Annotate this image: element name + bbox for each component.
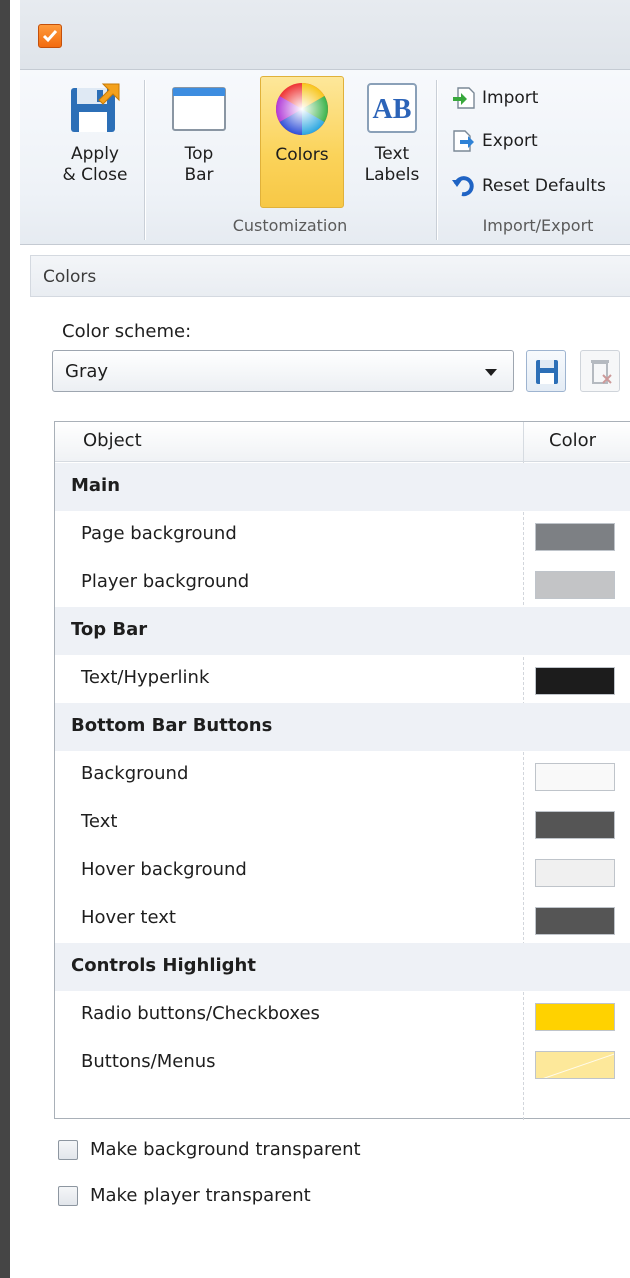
player-transparent-checkbox[interactable]: [58, 1185, 78, 1206]
table-row[interactable]: Text/Hyperlink: [55, 655, 630, 703]
table-row[interactable]: Background: [55, 751, 630, 799]
window-icon: [171, 80, 227, 136]
table-row[interactable]: Page background: [55, 511, 630, 559]
top-bar-button[interactable]: Top Bar: [164, 80, 234, 210]
row-label: Buttons/Menus: [81, 1051, 216, 1072]
ribbon: Apply & Close Top Bar Colors AB Text Lab…: [20, 70, 630, 245]
row-label: Hover background: [81, 859, 247, 880]
checkbox-app-icon[interactable]: [38, 24, 62, 48]
import-button[interactable]: Import: [452, 84, 538, 112]
color-swatch[interactable]: [535, 859, 615, 887]
colors-panel: Colors Color scheme: Gray Object Color M…: [20, 245, 630, 1278]
column-divider-head: [523, 422, 524, 462]
row-label: Text: [81, 811, 118, 832]
apply-close-label: Apply & Close: [62, 144, 128, 185]
colors-label: Colors: [275, 145, 329, 165]
save-icon: [536, 360, 558, 384]
row-label: Radio buttons/Checkboxes: [81, 1003, 320, 1024]
color-swatch[interactable]: [535, 1003, 615, 1031]
text-labels-label: Text Labels: [364, 144, 420, 185]
color-scheme-select[interactable]: Gray: [52, 350, 514, 392]
group-label: Top Bar: [71, 619, 148, 640]
table-group-row: Top Bar: [55, 607, 630, 655]
table-group-row: Bottom Bar Buttons: [55, 703, 630, 751]
color-swatch[interactable]: [535, 667, 615, 695]
table-row[interactable]: Player background: [55, 559, 630, 607]
text-labels-button[interactable]: AB Text Labels: [356, 80, 428, 210]
table-header: Object Color: [55, 422, 630, 462]
table-row[interactable]: Hover background: [55, 847, 630, 895]
row-label: Page background: [81, 523, 237, 544]
save-scheme-button[interactable]: [526, 350, 566, 392]
player-transparent-label: Make player transparent: [90, 1185, 311, 1206]
title-bar: [20, 0, 630, 70]
reset-defaults-button[interactable]: Reset Defaults: [452, 172, 606, 200]
color-scheme-label: Color scheme:: [62, 321, 192, 342]
color-wheel-icon: [274, 81, 330, 137]
svg-text:AB: AB: [373, 94, 412, 125]
group-label: Bottom Bar Buttons: [71, 715, 273, 736]
table-row[interactable]: Buttons/Menus: [55, 1039, 630, 1087]
apply-close-button[interactable]: Apply & Close: [50, 80, 140, 210]
group-label: Main: [71, 475, 121, 496]
table-row[interactable]: Radio buttons/Checkboxes: [55, 991, 630, 1039]
top-bar-label: Top Bar: [184, 144, 214, 185]
import-arrow-icon: [452, 86, 476, 110]
table-row[interactable]: Hover text: [55, 895, 630, 943]
row-label: Background: [81, 763, 189, 784]
row-label: Player background: [81, 571, 250, 592]
color-swatch[interactable]: [535, 811, 615, 839]
color-swatch[interactable]: [535, 571, 615, 599]
group-label-import-export: Import/Export: [482, 216, 594, 235]
group-label-customization: Customization: [232, 216, 348, 235]
column-header-object: Object: [83, 430, 142, 451]
background-transparent-option[interactable]: Make background transparent: [58, 1139, 361, 1160]
row-label: Hover text: [81, 907, 176, 928]
color-swatch[interactable]: [535, 907, 615, 935]
chevron-down-icon: [485, 369, 497, 376]
import-label: Import: [482, 88, 539, 108]
row-label: Text/Hyperlink: [81, 667, 210, 688]
export-arrow-icon: [452, 129, 476, 153]
text-ab-icon: AB: [364, 80, 420, 136]
colors-table: Object Color Main Page background Player…: [54, 421, 630, 1120]
panel-title: Colors: [30, 255, 630, 297]
export-button[interactable]: Export: [452, 127, 538, 155]
reset-undo-icon: [452, 174, 476, 198]
export-label: Export: [482, 131, 538, 151]
color-scheme-value: Gray: [65, 361, 109, 382]
reset-defaults-label: Reset Defaults: [482, 176, 606, 196]
color-swatch[interactable]: [535, 523, 615, 551]
background-transparent-label: Make background transparent: [90, 1139, 361, 1160]
table-group-row: Main: [55, 463, 630, 511]
delete-scheme-button[interactable]: [580, 350, 620, 392]
background-transparent-checkbox[interactable]: [58, 1139, 78, 1160]
save-floppy-icon: [67, 80, 123, 136]
color-swatch[interactable]: [535, 763, 615, 791]
delete-icon: [591, 360, 612, 384]
table-group-row: Controls Highlight: [55, 943, 630, 991]
colors-button[interactable]: Colors: [260, 76, 344, 208]
table-row[interactable]: Text: [55, 799, 630, 847]
group-label: Controls Highlight: [71, 955, 256, 976]
app-window: Apply & Close Top Bar Colors AB Text Lab…: [0, 0, 630, 1278]
player-transparent-option[interactable]: Make player transparent: [58, 1185, 311, 1206]
column-header-color: Color: [549, 430, 596, 451]
color-swatch[interactable]: [535, 1051, 615, 1079]
